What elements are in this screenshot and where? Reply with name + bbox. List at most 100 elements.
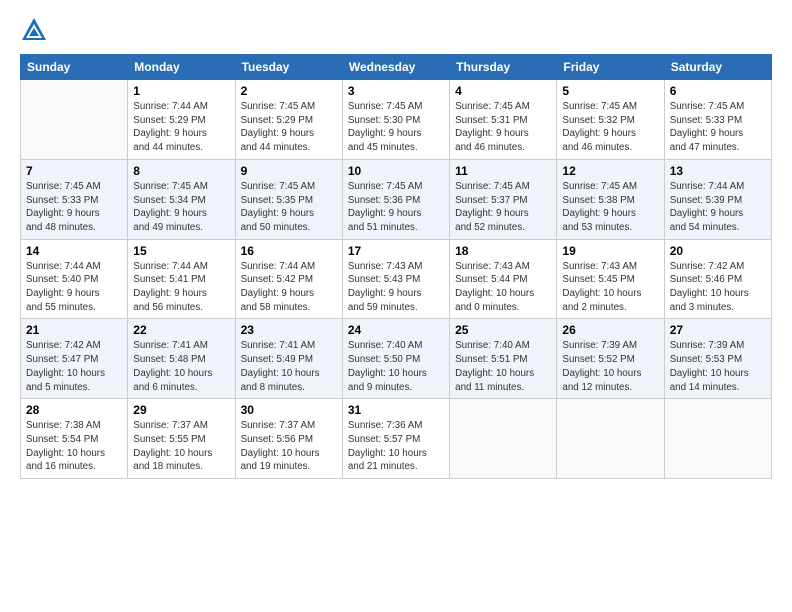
day-info: Sunrise: 7:42 AM Sunset: 5:47 PM Dayligh… <box>26 339 122 394</box>
day-number: 25 <box>455 323 551 337</box>
calendar-cell: 13 Sunrise: 7:44 AM Sunset: 5:39 PM Dayli… <box>664 159 771 239</box>
calendar-cell: 10 Sunrise: 7:45 AM Sunset: 5:36 PM Dayli… <box>342 159 449 239</box>
day-number: 10 <box>348 164 444 178</box>
day-info: Sunrise: 7:45 AM Sunset: 5:32 PM Dayligh… <box>562 100 658 155</box>
day-number: 14 <box>26 244 122 258</box>
day-number: 6 <box>670 84 766 98</box>
week-row-3: 21 Sunrise: 7:42 AM Sunset: 5:47 PM Dayli… <box>21 319 772 399</box>
page: SundayMondayTuesdayWednesdayThursdayFrid… <box>0 0 792 489</box>
day-number: 16 <box>241 244 337 258</box>
day-info: Sunrise: 7:43 AM Sunset: 5:45 PM Dayligh… <box>562 260 658 315</box>
calendar-cell: 20 Sunrise: 7:42 AM Sunset: 5:46 PM Dayli… <box>664 239 771 319</box>
day-info: Sunrise: 7:42 AM Sunset: 5:46 PM Dayligh… <box>670 260 766 315</box>
day-number: 29 <box>133 403 229 417</box>
calendar-cell: 11 Sunrise: 7:45 AM Sunset: 5:37 PM Dayli… <box>450 159 557 239</box>
calendar-cell: 5 Sunrise: 7:45 AM Sunset: 5:32 PM Daylig… <box>557 80 664 160</box>
day-info: Sunrise: 7:41 AM Sunset: 5:48 PM Dayligh… <box>133 339 229 394</box>
day-number: 19 <box>562 244 658 258</box>
day-number: 24 <box>348 323 444 337</box>
day-info: Sunrise: 7:41 AM Sunset: 5:49 PM Dayligh… <box>241 339 337 394</box>
weekday-header-tuesday: Tuesday <box>235 55 342 80</box>
day-number: 7 <box>26 164 122 178</box>
day-number: 22 <box>133 323 229 337</box>
day-info: Sunrise: 7:37 AM Sunset: 5:56 PM Dayligh… <box>241 419 337 474</box>
calendar-cell: 6Sunrise: 7:45 AM Sunset: 5:33 PM Daylig… <box>664 80 771 160</box>
day-info: Sunrise: 7:39 AM Sunset: 5:53 PM Dayligh… <box>670 339 766 394</box>
day-number: 26 <box>562 323 658 337</box>
calendar-cell: 30 Sunrise: 7:37 AM Sunset: 5:56 PM Dayli… <box>235 399 342 479</box>
day-info: Sunrise: 7:45 AM Sunset: 5:38 PM Dayligh… <box>562 180 658 235</box>
day-info: Sunrise: 7:45 AM Sunset: 5:33 PM Dayligh… <box>26 180 122 235</box>
calendar-cell: 31Sunrise: 7:36 AM Sunset: 5:57 PM Dayli… <box>342 399 449 479</box>
weekday-header-row: SundayMondayTuesdayWednesdayThursdayFrid… <box>21 55 772 80</box>
calendar-cell: 21 Sunrise: 7:42 AM Sunset: 5:47 PM Dayli… <box>21 319 128 399</box>
weekday-header-monday: Monday <box>128 55 235 80</box>
day-info: Sunrise: 7:37 AM Sunset: 5:55 PM Dayligh… <box>133 419 229 474</box>
calendar-cell: 17 Sunrise: 7:43 AM Sunset: 5:43 PM Dayli… <box>342 239 449 319</box>
calendar-cell: 25 Sunrise: 7:40 AM Sunset: 5:51 PM Dayli… <box>450 319 557 399</box>
calendar-cell: 27 Sunrise: 7:39 AM Sunset: 5:53 PM Dayli… <box>664 319 771 399</box>
day-number: 21 <box>26 323 122 337</box>
day-info: Sunrise: 7:43 AM Sunset: 5:44 PM Dayligh… <box>455 260 551 315</box>
day-number: 8 <box>133 164 229 178</box>
day-info: Sunrise: 7:39 AM Sunset: 5:52 PM Dayligh… <box>562 339 658 394</box>
calendar-cell <box>21 80 128 160</box>
calendar-cell: 18Sunrise: 7:43 AM Sunset: 5:44 PM Dayli… <box>450 239 557 319</box>
weekday-header-sunday: Sunday <box>21 55 128 80</box>
calendar-cell <box>450 399 557 479</box>
day-info: Sunrise: 7:40 AM Sunset: 5:50 PM Dayligh… <box>348 339 444 394</box>
calendar-cell: 7 Sunrise: 7:45 AM Sunset: 5:33 PM Daylig… <box>21 159 128 239</box>
day-number: 17 <box>348 244 444 258</box>
week-row-0: 1Sunrise: 7:44 AM Sunset: 5:29 PM Daylig… <box>21 80 772 160</box>
day-number: 30 <box>241 403 337 417</box>
day-number: 31 <box>348 403 444 417</box>
calendar-cell: 9 Sunrise: 7:45 AM Sunset: 5:35 PM Daylig… <box>235 159 342 239</box>
day-number: 9 <box>241 164 337 178</box>
calendar-cell: 2 Sunrise: 7:45 AM Sunset: 5:29 PM Daylig… <box>235 80 342 160</box>
calendar-cell: 4Sunrise: 7:45 AM Sunset: 5:31 PM Daylig… <box>450 80 557 160</box>
logo-icon <box>20 16 48 44</box>
day-info: Sunrise: 7:45 AM Sunset: 5:31 PM Dayligh… <box>455 100 551 155</box>
header <box>20 16 772 44</box>
day-number: 27 <box>670 323 766 337</box>
weekday-header-saturday: Saturday <box>664 55 771 80</box>
day-number: 5 <box>562 84 658 98</box>
day-info: Sunrise: 7:45 AM Sunset: 5:35 PM Dayligh… <box>241 180 337 235</box>
calendar-cell: 26 Sunrise: 7:39 AM Sunset: 5:52 PM Dayli… <box>557 319 664 399</box>
day-info: Sunrise: 7:45 AM Sunset: 5:37 PM Dayligh… <box>455 180 551 235</box>
calendar-table: SundayMondayTuesdayWednesdayThursdayFrid… <box>20 54 772 479</box>
day-info: Sunrise: 7:45 AM Sunset: 5:36 PM Dayligh… <box>348 180 444 235</box>
calendar-cell: 8 Sunrise: 7:45 AM Sunset: 5:34 PM Daylig… <box>128 159 235 239</box>
day-number: 20 <box>670 244 766 258</box>
calendar-cell: 28Sunrise: 7:38 AM Sunset: 5:54 PM Dayli… <box>21 399 128 479</box>
day-info: Sunrise: 7:45 AM Sunset: 5:29 PM Dayligh… <box>241 100 337 155</box>
weekday-header-wednesday: Wednesday <box>342 55 449 80</box>
calendar-cell <box>557 399 664 479</box>
day-info: Sunrise: 7:43 AM Sunset: 5:43 PM Dayligh… <box>348 260 444 315</box>
calendar-cell <box>664 399 771 479</box>
weekday-header-friday: Friday <box>557 55 664 80</box>
day-info: Sunrise: 7:44 AM Sunset: 5:41 PM Dayligh… <box>133 260 229 315</box>
week-row-1: 7 Sunrise: 7:45 AM Sunset: 5:33 PM Daylig… <box>21 159 772 239</box>
calendar-cell: 14 Sunrise: 7:44 AM Sunset: 5:40 PM Dayli… <box>21 239 128 319</box>
day-info: Sunrise: 7:44 AM Sunset: 5:40 PM Dayligh… <box>26 260 122 315</box>
day-number: 3 <box>348 84 444 98</box>
day-number: 12 <box>562 164 658 178</box>
day-number: 13 <box>670 164 766 178</box>
logo <box>20 16 52 44</box>
day-info: Sunrise: 7:45 AM Sunset: 5:34 PM Dayligh… <box>133 180 229 235</box>
day-number: 2 <box>241 84 337 98</box>
day-number: 11 <box>455 164 551 178</box>
day-number: 1 <box>133 84 229 98</box>
day-info: Sunrise: 7:44 AM Sunset: 5:42 PM Dayligh… <box>241 260 337 315</box>
calendar-cell: 22 Sunrise: 7:41 AM Sunset: 5:48 PM Dayli… <box>128 319 235 399</box>
day-info: Sunrise: 7:44 AM Sunset: 5:39 PM Dayligh… <box>670 180 766 235</box>
day-number: 15 <box>133 244 229 258</box>
weekday-header-thursday: Thursday <box>450 55 557 80</box>
day-info: Sunrise: 7:40 AM Sunset: 5:51 PM Dayligh… <box>455 339 551 394</box>
week-row-4: 28Sunrise: 7:38 AM Sunset: 5:54 PM Dayli… <box>21 399 772 479</box>
day-number: 23 <box>241 323 337 337</box>
calendar-cell: 19 Sunrise: 7:43 AM Sunset: 5:45 PM Dayli… <box>557 239 664 319</box>
calendar-cell: 24 Sunrise: 7:40 AM Sunset: 5:50 PM Dayli… <box>342 319 449 399</box>
week-row-2: 14 Sunrise: 7:44 AM Sunset: 5:40 PM Dayli… <box>21 239 772 319</box>
